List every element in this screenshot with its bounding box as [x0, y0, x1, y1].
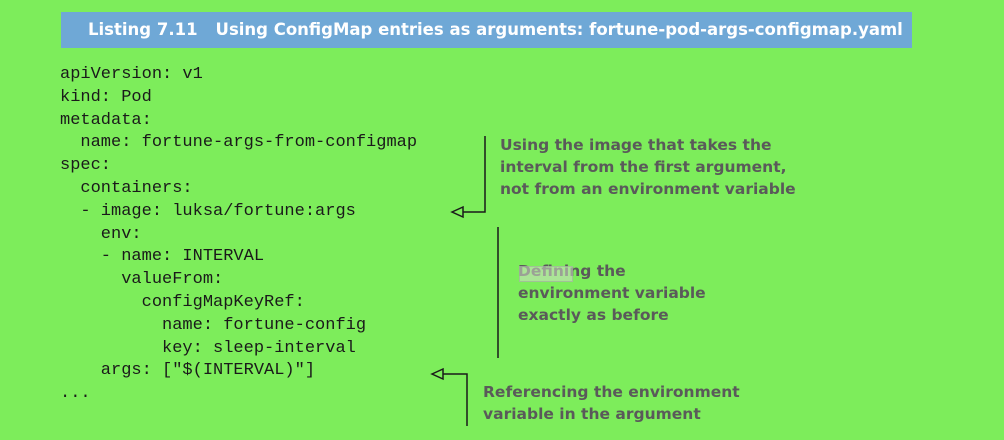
code-line-2: kind: Pod	[60, 87, 152, 107]
code-line-8: env:	[60, 224, 142, 244]
code-line-14: args: ["$(INTERVAL)"]	[60, 361, 316, 381]
callout-image: Using the image that takes the interval …	[500, 134, 796, 200]
callout-args-line-2: variable in the argument	[483, 405, 701, 423]
callout-args: Referencing the environment variable in …	[483, 381, 740, 425]
code-line-12: name: fortune-config	[60, 315, 367, 335]
code-line-13: key: sleep-interval	[60, 338, 356, 358]
code-line-4: name: fortune-args-from-configmap	[60, 133, 418, 153]
image-callout-arrow	[450, 136, 486, 219]
listing-header: Listing 7.11 Using ConfigMap entries as a…	[61, 12, 912, 48]
listing-title: Using ConfigMap entries as arguments: fo…	[215, 20, 903, 39]
callout-image-line-3: not from an environment variable	[500, 180, 796, 198]
callout-image-line-1: Using the image that takes the	[500, 136, 772, 154]
callout-image-line-2: interval from the first argument,	[500, 158, 787, 176]
args-callout-arrow	[430, 367, 468, 426]
code-line-5: spec:	[60, 156, 112, 176]
code-line-11: configMapKeyRef:	[60, 292, 305, 312]
code-line-7: - image: luksa/fortune:args	[60, 201, 356, 221]
code-line-10: valueFrom:	[60, 270, 224, 290]
code-line-6: containers:	[60, 178, 193, 198]
listing-number: Listing 7.11	[88, 20, 198, 39]
code-line-15: ...	[60, 384, 91, 404]
overlay-stamp	[519, 266, 573, 282]
code-line-9: - name: INTERVAL	[60, 247, 265, 267]
callout-env-line-3: exactly as before	[518, 306, 669, 324]
code-line-3: metadata:	[60, 110, 152, 130]
code-block: apiVersion: v1 kind: Pod metadata: name: f…	[60, 64, 417, 406]
callout-env-line-2: environment variable	[518, 284, 706, 302]
code-line-1: apiVersion: v1	[60, 65, 203, 84]
callout-args-line-1: Referencing the environment	[483, 383, 740, 401]
